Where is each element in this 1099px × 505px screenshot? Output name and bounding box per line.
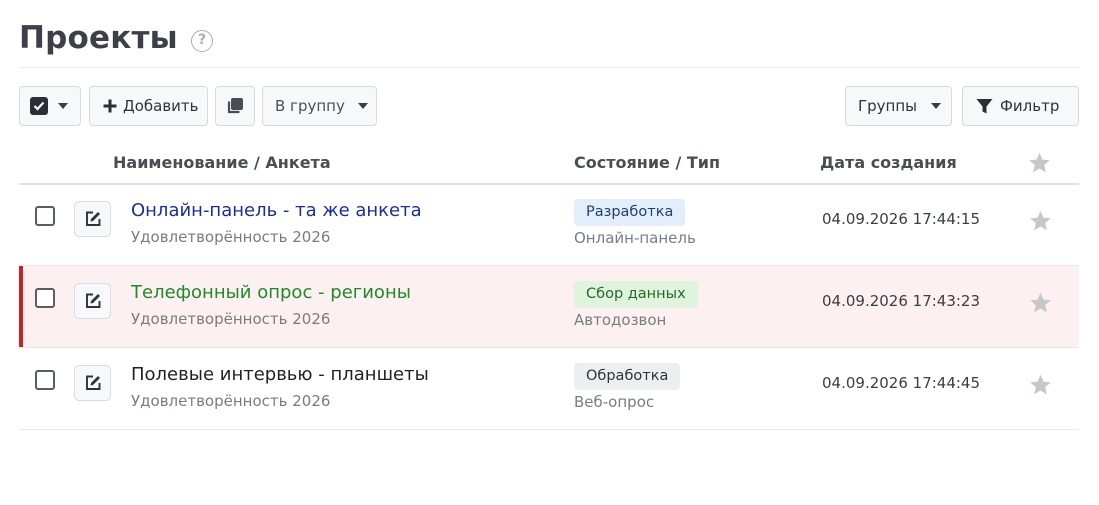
edit-icon [85,211,100,226]
star-icon[interactable] [1028,291,1053,319]
project-name-link[interactable]: Телефонный опрос - регионы [131,282,411,303]
move-to-group-select[interactable]: В группу [262,86,377,126]
copy-button[interactable] [215,86,255,126]
help-icon[interactable]: ? [191,30,213,52]
edit-icon [85,375,100,390]
created-date: 04.09.2026 17:44:45 [822,374,981,392]
select-all-dropdown[interactable] [19,86,81,126]
project-type: Автодозвон [574,311,667,329]
filter-button[interactable]: Фильтр [962,86,1079,126]
filter-label: Фильтр [1000,97,1060,115]
table-row: Онлайн-панель - та же анкета Удовлетворё… [19,184,1079,266]
row-checkbox[interactable] [35,370,55,390]
column-header-name[interactable]: Наименование / Анкета [113,153,331,172]
table-row: Полевые интервью - планшеты Удовлетворён… [19,348,1079,430]
page-title: Проекты [19,20,178,56]
copy-icon [226,97,244,115]
chevron-down-icon [357,103,368,109]
edit-button[interactable] [74,283,111,319]
project-name-link[interactable]: Онлайн-панель - та же анкета [131,200,422,221]
checkbox-icon [30,97,48,115]
project-type: Онлайн-панель [574,229,696,247]
star-icon[interactable] [1028,209,1053,237]
edit-icon [85,293,100,308]
status-badge: Разработка [574,199,686,226]
created-date: 04.09.2026 17:43:23 [822,292,981,310]
status-badge: Сбор данных [574,281,698,308]
project-name-link[interactable]: Полевые интервью - планшеты [131,364,429,385]
chevron-down-icon [931,103,942,109]
column-header-state[interactable]: Состояние / Тип [574,153,720,172]
survey-name: Удовлетворённость 2026 [131,228,331,246]
row-checkbox[interactable] [35,288,55,308]
created-date: 04.09.2026 17:44:15 [822,210,981,228]
groups-label: Группы [858,97,918,115]
row-checkbox[interactable] [35,206,55,226]
plus-icon [102,98,118,114]
add-button[interactable]: Добавить [89,86,208,126]
filter-icon [976,98,993,115]
edit-button[interactable] [74,201,111,237]
chevron-down-icon [58,103,68,109]
move-to-group-label: В группу [275,97,345,115]
edit-button[interactable] [74,365,111,401]
project-type: Веб-опрос [574,393,655,411]
groups-dropdown[interactable]: Группы [845,86,952,126]
survey-name: Удовлетворённость 2026 [131,310,331,328]
status-badge: Обработка [574,363,681,390]
star-icon[interactable] [1028,373,1053,401]
star-icon[interactable] [1027,151,1052,179]
survey-name: Удовлетворённость 2026 [131,392,331,410]
table-row: Телефонный опрос - регионы Удовлетворённ… [19,266,1079,348]
add-button-label: Добавить [123,97,199,115]
column-header-date[interactable]: Дата создания [820,153,957,172]
title-divider [19,67,1079,68]
